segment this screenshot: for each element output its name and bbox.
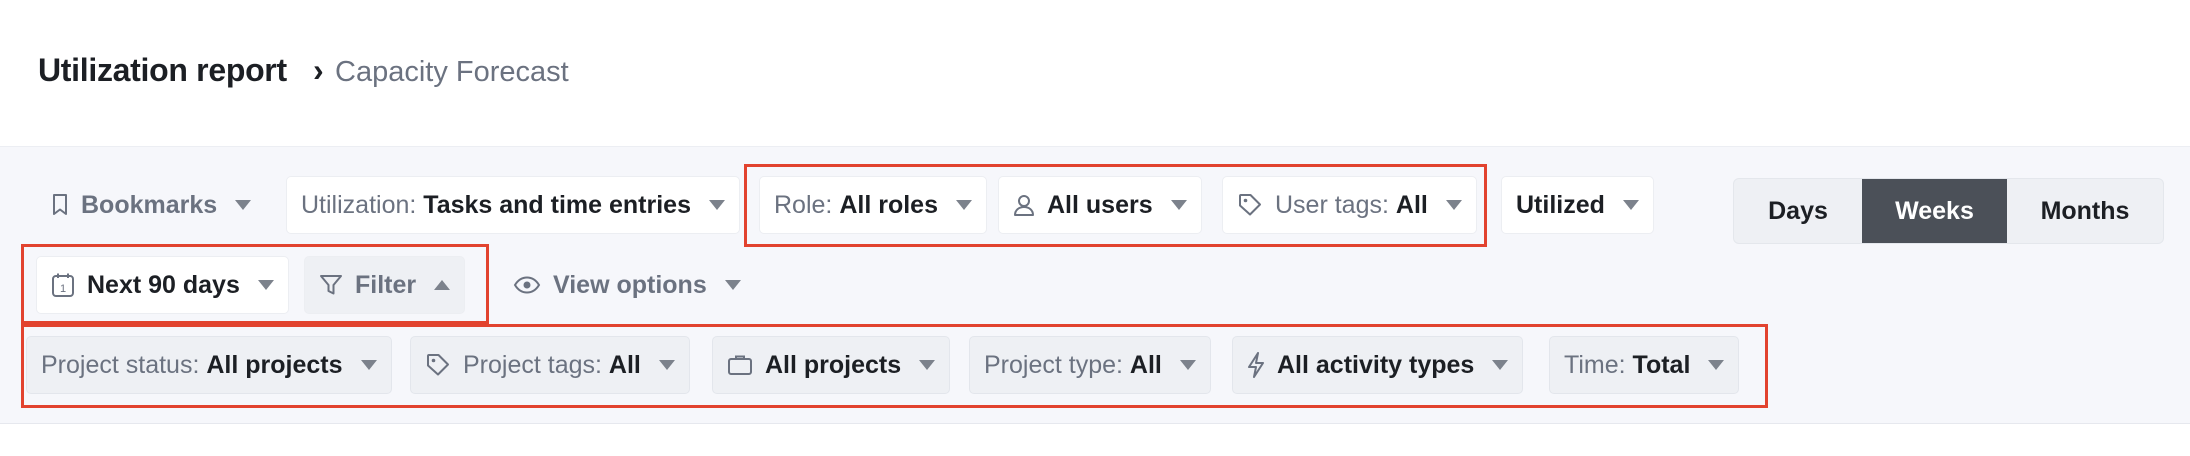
activity-types-value: All activity types bbox=[1277, 350, 1475, 379]
user-tags-label: User tags: bbox=[1275, 190, 1389, 219]
project-type-dropdown[interactable]: Project type: All bbox=[969, 336, 1211, 394]
chevron-down-icon bbox=[1179, 360, 1196, 370]
role-dropdown[interactable]: Role: All roles bbox=[759, 176, 987, 234]
bookmark-icon bbox=[51, 193, 69, 217]
days-button[interactable]: Days bbox=[1734, 179, 1862, 243]
weeks-button[interactable]: Weeks bbox=[1862, 179, 2007, 243]
view-options-dropdown[interactable]: View options bbox=[498, 256, 756, 314]
utilized-label: Utilized bbox=[1516, 190, 1605, 219]
chevron-down-icon bbox=[1445, 200, 1462, 210]
project-status-dropdown[interactable]: Project status: All projects bbox=[26, 336, 392, 394]
bookmarks-label: Bookmarks bbox=[81, 190, 218, 219]
tag-icon bbox=[425, 352, 451, 378]
time-label: Time: bbox=[1564, 350, 1626, 379]
funnel-icon bbox=[319, 273, 343, 297]
chevron-down-icon bbox=[658, 360, 675, 370]
project-type-label: Project type: bbox=[984, 350, 1123, 379]
utilization-label: Utilization: bbox=[301, 190, 417, 219]
svg-text:1: 1 bbox=[60, 283, 66, 295]
filter-label: Filter bbox=[355, 270, 417, 299]
projects-dropdown[interactable]: All projects bbox=[712, 336, 951, 394]
date-range-value: Next 90 days bbox=[87, 270, 240, 299]
date-range-dropdown[interactable]: 1 Next 90 days bbox=[36, 256, 289, 314]
chevron-down-icon bbox=[1170, 200, 1187, 210]
tag-icon bbox=[1237, 192, 1263, 218]
role-value: All roles bbox=[839, 190, 938, 219]
chevron-up-icon bbox=[434, 280, 451, 290]
time-value: Total bbox=[1632, 350, 1691, 379]
users-dropdown[interactable]: All users bbox=[998, 176, 1202, 234]
bookmarks-dropdown[interactable]: Bookmarks bbox=[36, 176, 266, 234]
user-icon bbox=[1013, 193, 1035, 217]
chevron-down-icon bbox=[360, 360, 377, 370]
role-label: Role: bbox=[774, 190, 833, 219]
user-tags-value: All bbox=[1395, 190, 1428, 219]
chevron-down-icon bbox=[708, 200, 725, 210]
filter-toggle[interactable]: Filter bbox=[304, 256, 466, 314]
users-value: All users bbox=[1047, 190, 1153, 219]
breadcrumb[interactable]: Capacity Forecast bbox=[335, 56, 569, 89]
project-tags-dropdown[interactable]: Project tags: All bbox=[410, 336, 690, 394]
utilization-value: Tasks and time entries bbox=[423, 190, 691, 219]
utilization-dropdown[interactable]: Utilization: Tasks and time entries bbox=[286, 176, 740, 234]
page-title: Utilization report bbox=[38, 52, 287, 88]
months-button[interactable]: Months bbox=[2007, 179, 2163, 243]
project-status-value: All projects bbox=[206, 350, 343, 379]
briefcase-icon bbox=[727, 353, 753, 377]
lightning-icon bbox=[1247, 352, 1265, 378]
period-toggle: Days Weeks Months bbox=[1733, 178, 2164, 244]
project-tags-label: Project tags: bbox=[463, 350, 602, 379]
eye-icon bbox=[513, 275, 541, 295]
page-header: Utilization report › Capacity Forecast bbox=[0, 0, 2190, 146]
project-tags-value: All bbox=[608, 350, 641, 379]
chevron-down-icon bbox=[235, 200, 252, 210]
calendar-icon: 1 bbox=[51, 272, 75, 298]
view-options-label: View options bbox=[553, 270, 707, 299]
activity-types-dropdown[interactable]: All activity types bbox=[1232, 336, 1524, 394]
projects-value: All projects bbox=[765, 350, 902, 379]
chevron-down-icon bbox=[1708, 360, 1725, 370]
user-tags-dropdown[interactable]: User tags: All bbox=[1222, 176, 1477, 234]
breadcrumb-separator: › bbox=[313, 52, 324, 88]
chevron-down-icon bbox=[955, 200, 972, 210]
project-type-value: All bbox=[1129, 350, 1162, 379]
utilized-dropdown[interactable]: Utilized bbox=[1501, 176, 1654, 234]
chevron-down-icon bbox=[257, 280, 274, 290]
chevron-down-icon bbox=[919, 360, 936, 370]
project-status-label: Project status: bbox=[41, 350, 200, 379]
time-dropdown[interactable]: Time: Total bbox=[1549, 336, 1740, 394]
chevron-down-icon bbox=[1622, 200, 1639, 210]
chevron-down-icon bbox=[1492, 360, 1509, 370]
chevron-down-icon bbox=[724, 280, 741, 290]
